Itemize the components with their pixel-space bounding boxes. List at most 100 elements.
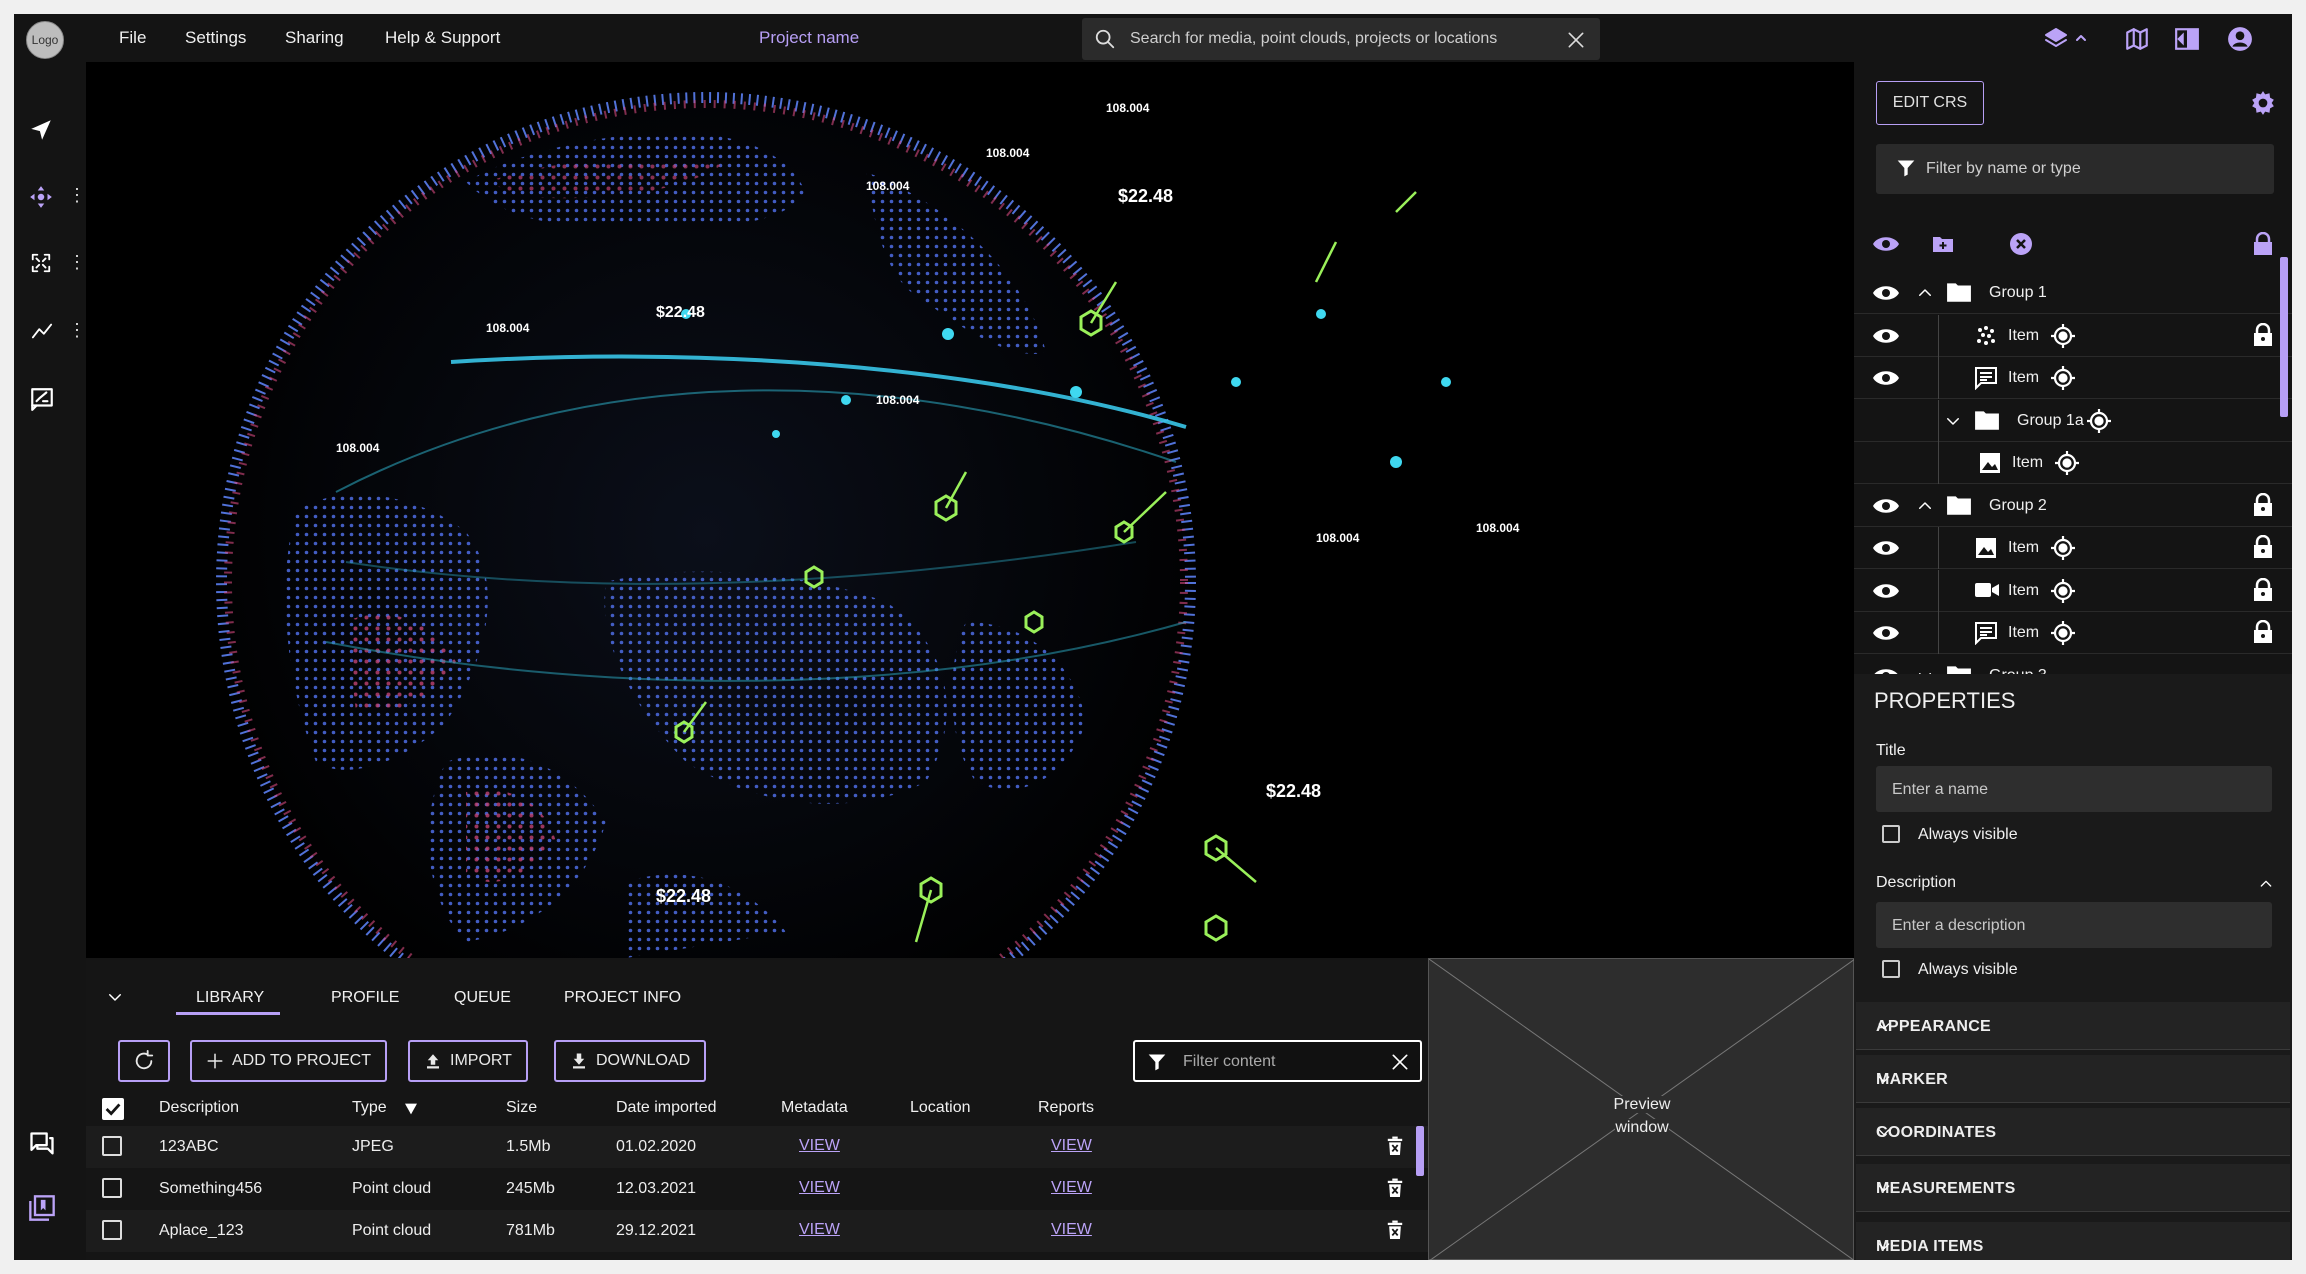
column-description[interactable]: Description — [159, 1099, 239, 1117]
map-icon[interactable] — [2124, 26, 2150, 52]
tab-queue[interactable]: QUEUE — [454, 989, 511, 1007]
reports-view-link[interactable]: VIEW — [1051, 1179, 1092, 1197]
delete-icon[interactable] — [1386, 1136, 1404, 1156]
navigate-icon[interactable] — [28, 117, 54, 143]
tree-item[interactable]: Item — [1854, 569, 2292, 612]
download-button[interactable]: DOWNLOAD — [554, 1040, 707, 1082]
menu-help-support[interactable]: Help & Support — [385, 28, 500, 48]
column-location[interactable]: Location — [910, 1099, 971, 1117]
refresh-button[interactable] — [118, 1040, 170, 1082]
library-icon[interactable] — [28, 1194, 56, 1222]
chevron-down-icon[interactable] — [1876, 1018, 2268, 1034]
sort-down-icon[interactable] — [402, 1101, 420, 1117]
comments-icon[interactable] — [28, 1130, 56, 1158]
tab-library[interactable]: LIBRARY — [196, 989, 264, 1007]
tree-group[interactable]: Group 3 — [1854, 655, 2292, 674]
table-scrollbar[interactable] — [1416, 1126, 1424, 1176]
description-field[interactable]: Enter a description — [1876, 902, 2272, 948]
tree-scrollbar[interactable] — [2280, 257, 2288, 417]
tab-profile[interactable]: PROFILE — [331, 989, 399, 1007]
tab-project-info[interactable]: PROJECT INFO — [564, 989, 681, 1007]
clear-filter-icon[interactable] — [1390, 1052, 1410, 1072]
tree-item[interactable]: Item — [1854, 314, 2292, 357]
target-icon[interactable] — [2050, 620, 2076, 646]
column-reports[interactable]: Reports — [1038, 1099, 1094, 1117]
eye-icon[interactable] — [1872, 538, 1900, 558]
chevron-up-icon[interactable] — [1916, 497, 1934, 515]
tree-group[interactable]: Group 1 — [1854, 272, 2292, 314]
row-checkbox[interactable] — [102, 1220, 122, 1240]
section-appearance[interactable]: APPEARANCE — [1856, 1002, 2290, 1050]
tree-item[interactable]: Item — [1854, 612, 2292, 654]
target-icon[interactable] — [2050, 323, 2076, 349]
title-input[interactable]: Enter a name — [1892, 781, 1988, 799]
add-to-project-button[interactable]: ADD TO PROJECT — [190, 1040, 387, 1082]
table-row[interactable]: Something456 Point cloud 245Mb 12.03.2021 VI… — [86, 1168, 1428, 1210]
globe-point-cloud[interactable]: 108.004 108.004 $22.48 108.004 108.004 1… — [86, 62, 1854, 958]
eye-icon[interactable] — [1872, 496, 1900, 516]
search-input[interactable]: Search for media, point clouds, projects… — [1130, 30, 1497, 48]
tree-item[interactable]: Item — [1854, 527, 2292, 569]
target-icon[interactable] — [2050, 578, 2076, 604]
table-row[interactable]: Xyz_Brisbane_CityMPEG33Mb27.03.2012VIEWV… — [86, 1252, 1428, 1260]
column-size[interactable]: Size — [506, 1099, 537, 1117]
menu-file[interactable]: File — [119, 28, 146, 48]
eye-icon[interactable] — [1872, 368, 1900, 388]
filter-content-input[interactable]: Filter content — [1183, 1053, 1275, 1071]
row-checkbox[interactable] — [102, 1136, 122, 1156]
logo[interactable]: Logo — [26, 21, 64, 59]
lock-icon[interactable] — [2252, 620, 2274, 644]
fit-options-icon[interactable]: ⋮ — [68, 253, 86, 271]
select-all-checkbox[interactable] — [102, 1098, 124, 1120]
panel-icon[interactable] — [2174, 26, 2200, 52]
chevron-down-icon[interactable] — [1916, 667, 1934, 674]
clear-search-icon[interactable] — [1566, 30, 1586, 50]
tree-group[interactable]: Group 1a — [1854, 399, 2292, 442]
account-icon[interactable] — [2227, 26, 2253, 52]
eye-icon[interactable] — [1872, 581, 1900, 601]
metadata-view-link[interactable]: VIEW — [799, 1221, 840, 1239]
target-icon[interactable] — [2054, 450, 2080, 476]
chevron-down-icon[interactable] — [1876, 1238, 2268, 1254]
column-metadata[interactable]: Metadata — [781, 1099, 848, 1117]
chevron-down-icon[interactable] — [1944, 412, 1962, 430]
menu-settings[interactable]: Settings — [185, 28, 246, 48]
move-icon[interactable] — [28, 184, 54, 210]
target-icon[interactable] — [2086, 408, 2112, 434]
table-row[interactable]: 123ABC JPEG 1.5Mb 01.02.2020 VIEW VIEW — [86, 1126, 1428, 1168]
measure-options-icon[interactable]: ⋮ — [68, 321, 86, 339]
reports-view-link[interactable]: VIEW — [1051, 1221, 1092, 1239]
row-checkbox[interactable] — [102, 1178, 122, 1198]
lock-icon[interactable] — [2252, 535, 2274, 559]
eye-icon[interactable] — [1872, 326, 1900, 346]
reports-view-link[interactable]: VIEW — [1051, 1137, 1092, 1155]
lock-icon[interactable] — [2252, 577, 2274, 602]
description-input[interactable]: Enter a description — [1892, 917, 2025, 935]
chevron-up-icon[interactable] — [1916, 284, 1934, 302]
chevron-down-icon[interactable] — [1876, 1124, 2268, 1140]
annotate-icon[interactable] — [29, 386, 55, 412]
menu-sharing[interactable]: Sharing — [285, 28, 344, 48]
section-media-items[interactable]: MEDIA ITEMS — [1856, 1222, 2290, 1260]
tree-group[interactable]: Group 2 — [1854, 485, 2292, 527]
eye-icon[interactable] — [1872, 666, 1900, 674]
chevron-down-icon[interactable] — [1876, 1180, 2268, 1196]
lock-icon[interactable] — [2252, 492, 2274, 517]
chevron-up-icon[interactable] — [2258, 876, 2274, 892]
section-marker[interactable]: MARKER — [1856, 1055, 2290, 1103]
move-options-icon[interactable]: ⋮ — [68, 186, 86, 204]
chevron-down-icon[interactable] — [1876, 1071, 2268, 1087]
target-icon[interactable] — [2050, 365, 2076, 391]
search-bar[interactable]: Search for media, point clouds, projects… — [1082, 18, 1600, 60]
layers-icon[interactable] — [2044, 26, 2088, 52]
target-icon[interactable] — [2050, 535, 2076, 561]
delete-icon[interactable] — [1386, 1178, 1404, 1198]
metadata-view-link[interactable]: VIEW — [799, 1137, 840, 1155]
import-button[interactable]: IMPORT — [408, 1040, 528, 1082]
section-measurements[interactable]: MEASUREMENTS — [1856, 1164, 2290, 1212]
description-always-visible-checkbox[interactable] — [1882, 960, 1900, 978]
delete-icon[interactable] — [1386, 1220, 1404, 1240]
3d-viewport[interactable]: 108.004 108.004 $22.48 108.004 108.004 1… — [86, 62, 1854, 958]
collapse-panel-icon[interactable] — [106, 988, 124, 1006]
metadata-view-link[interactable]: VIEW — [799, 1179, 840, 1197]
